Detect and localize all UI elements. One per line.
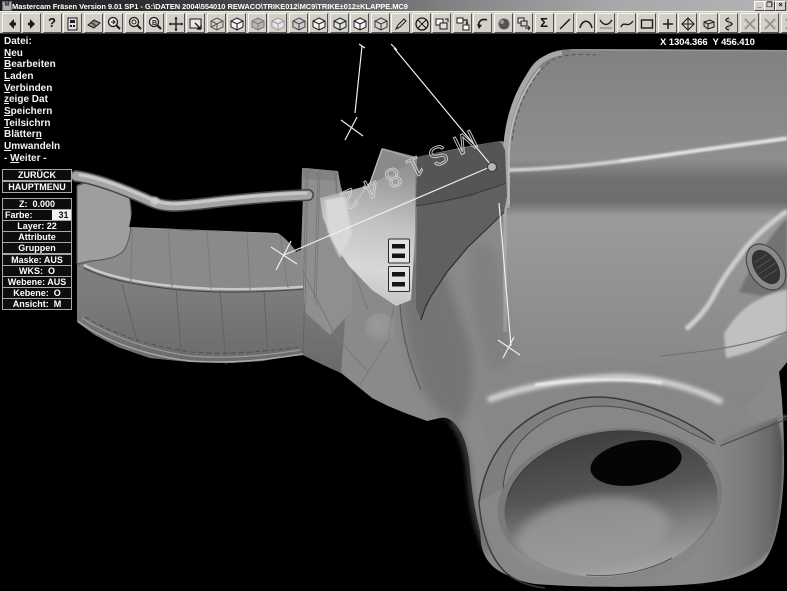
svg-text:B: B <box>152 20 157 27</box>
